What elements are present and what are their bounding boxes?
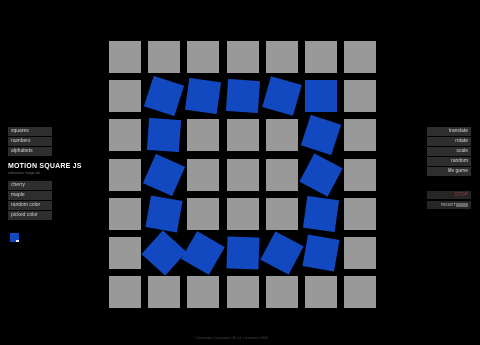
moving-square	[143, 153, 186, 196]
moving-square	[302, 234, 340, 272]
static-square	[265, 41, 298, 73]
static-square	[226, 41, 259, 73]
static-square	[344, 237, 377, 269]
static-square	[148, 41, 181, 73]
moving-square	[300, 115, 342, 156]
app-title: MOTION SQUARE JS	[8, 163, 82, 170]
moving-square	[225, 79, 260, 114]
static-square	[344, 197, 377, 230]
static-square	[344, 80, 377, 113]
static-square	[109, 158, 141, 191]
color-picker-indicator	[16, 240, 19, 242]
menu-item-translate[interactable]: translate	[427, 127, 471, 136]
menu-item-random[interactable]: random	[427, 157, 471, 166]
menu-item-rotate[interactable]: rotate	[427, 137, 471, 146]
moving-square	[260, 231, 304, 275]
moving-square	[226, 236, 260, 270]
reset-button[interactable]: RESET	[427, 201, 471, 209]
static-square	[109, 41, 141, 73]
static-square	[226, 197, 259, 230]
static-square	[109, 197, 141, 230]
menu-item-squares[interactable]: squares	[8, 127, 52, 136]
static-square	[344, 41, 377, 73]
static-square	[305, 276, 337, 309]
static-square	[226, 276, 259, 309]
menu-item-maple[interactable]: maple	[8, 191, 52, 200]
moving-square	[302, 195, 340, 232]
static-square	[187, 158, 220, 191]
stop-button[interactable]: STOP	[427, 191, 471, 199]
menu-item-numbers[interactable]: numbers	[8, 137, 52, 146]
menu-item-life-game[interactable]: life game	[427, 167, 471, 176]
moving-square	[147, 118, 182, 153]
static-square	[109, 80, 141, 113]
reset-label: RESET	[441, 202, 457, 207]
static-square	[265, 119, 298, 152]
static-square	[305, 41, 337, 73]
static-square	[148, 276, 181, 309]
menu-item-scale[interactable]: scale	[427, 147, 471, 156]
footer-credit: Ciaramia Compania 09 14 Licenses 2020	[195, 335, 269, 340]
moving-square	[144, 76, 185, 117]
moving-square	[145, 195, 183, 233]
static-square	[344, 276, 377, 309]
menu-item-alphabets[interactable]: alphabets	[8, 147, 52, 156]
menu-item-picked-color[interactable]: picked color	[8, 211, 52, 220]
moving-square	[299, 152, 343, 197]
motion-menu: translate rotate scale random life game	[427, 127, 471, 177]
static-square	[109, 276, 141, 309]
reset-toggle	[456, 203, 468, 207]
static-square	[187, 41, 220, 73]
color-menu: cherry maple random color picked color	[8, 181, 52, 221]
moving-square	[262, 76, 302, 116]
static-square	[265, 197, 298, 230]
static-square	[109, 119, 141, 152]
app-subtitle: interactive image lab	[8, 171, 41, 175]
pattern-menu: squares numbers alphabets	[8, 127, 52, 157]
moving-square	[305, 80, 337, 113]
motion-square-grid	[0, 0, 480, 345]
static-square	[187, 119, 220, 152]
moving-square	[181, 231, 226, 275]
menu-item-random-color[interactable]: random color	[8, 201, 52, 210]
static-square	[265, 158, 298, 191]
moving-square	[141, 230, 187, 276]
static-square	[187, 276, 220, 309]
static-square	[265, 276, 298, 309]
menu-item-cherry[interactable]: cherry	[8, 181, 52, 190]
static-square	[344, 119, 377, 152]
static-square	[226, 158, 259, 191]
static-square	[187, 197, 220, 230]
static-square	[226, 119, 259, 152]
static-square	[344, 158, 377, 191]
moving-square	[185, 78, 222, 115]
static-square	[109, 237, 141, 269]
